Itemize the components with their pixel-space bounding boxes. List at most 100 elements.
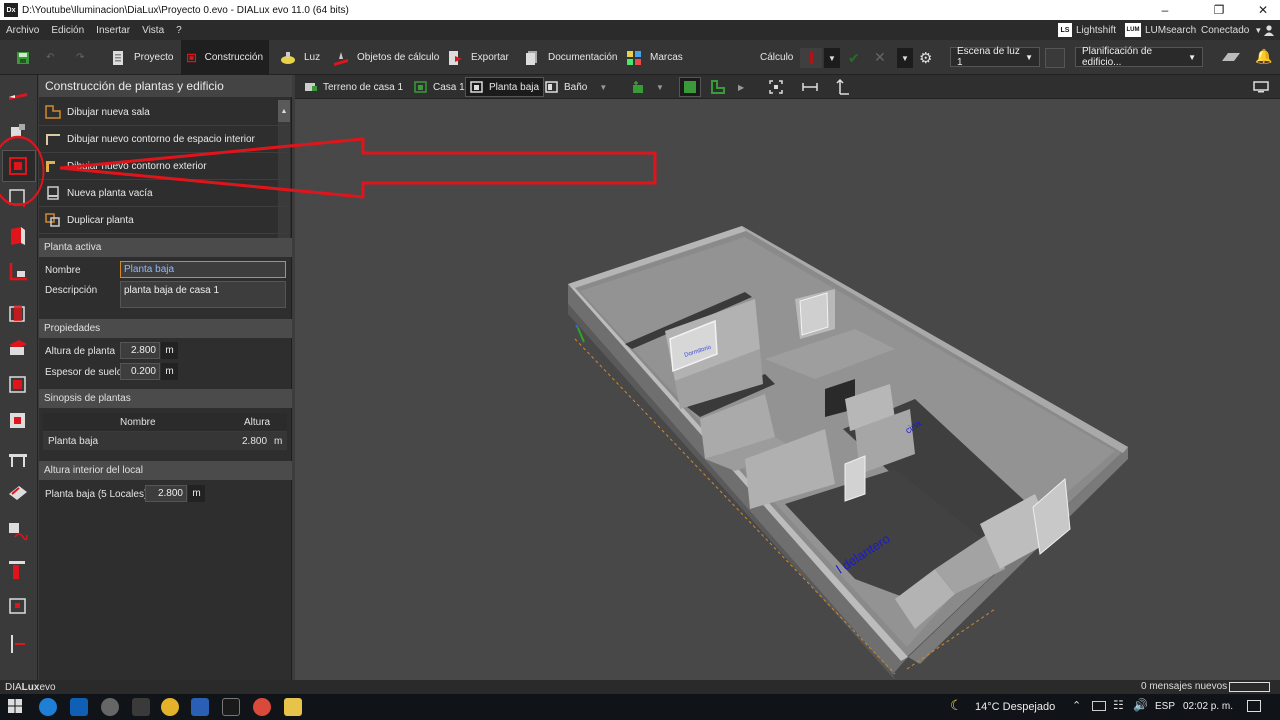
- menu-edicion[interactable]: Edición: [45, 25, 90, 36]
- chevron-up-icon[interactable]: ⌃: [1072, 699, 1081, 712]
- zoom-extents-icon[interactable]: [769, 75, 783, 99]
- close-button[interactable]: ✕: [1240, 0, 1280, 20]
- floor-name-input[interactable]: Planta baja: [120, 261, 286, 278]
- tab-label-marcas: Marcas: [650, 52, 683, 63]
- opening-icon[interactable]: [7, 409, 29, 431]
- tab-objetos[interactable]: Objetos de cálculo: [327, 40, 445, 75]
- bell-icon[interactable]: 🔔: [1255, 48, 1272, 65]
- row-height: 2.800: [242, 436, 268, 447]
- maximize-button[interactable]: ❐: [1196, 0, 1242, 20]
- tab-exportar[interactable]: Exportar: [441, 40, 515, 75]
- scene-edit-icon[interactable]: [1045, 48, 1065, 68]
- description-label: Descripción: [45, 285, 98, 296]
- monitor-icon[interactable]: [1253, 75, 1269, 99]
- cutout-icon[interactable]: [7, 373, 29, 395]
- menu-help[interactable]: ?: [170, 25, 188, 36]
- floor-height-input[interactable]: 2.800: [120, 342, 160, 359]
- planning-label: Planificación de edificio...: [1082, 46, 1153, 68]
- tab-luz[interactable]: Luz: [274, 40, 326, 75]
- language-label[interactable]: ESP: [1155, 701, 1175, 712]
- chevron-down-icon[interactable]: ▼: [897, 48, 913, 68]
- section-active-floor: Planta activa: [39, 238, 292, 257]
- chevron-down-icon: ▼: [1188, 52, 1196, 62]
- outlook-icon[interactable]: [70, 698, 88, 716]
- chrome-icon[interactable]: [161, 698, 179, 716]
- tab-construccion[interactable]: Construcción: [181, 40, 269, 75]
- measure-horizontal-icon[interactable]: [802, 75, 818, 99]
- check-icon[interactable]: ✔: [848, 50, 860, 67]
- ceiling-icon[interactable]: [7, 337, 29, 359]
- windows-start-icon[interactable]: [8, 699, 22, 716]
- stairs-icon[interactable]: [7, 448, 29, 470]
- table-header: Nombre Altura: [43, 413, 287, 431]
- tab-documentacion[interactable]: Documentación: [518, 40, 623, 75]
- floor-thickness-input[interactable]: 0.200: [120, 363, 160, 380]
- wifi-icon[interactable]: ☷: [1113, 698, 1124, 712]
- table-row[interactable]: Planta baja 2.800 m: [43, 432, 287, 450]
- dialux-icon[interactable]: [222, 698, 240, 716]
- chevron-right-icon[interactable]: ▶: [738, 75, 744, 99]
- brand-part: Lux: [21, 681, 40, 693]
- tab-proyecto[interactable]: Proyecto: [104, 40, 179, 75]
- measure-icon[interactable]: [7, 633, 29, 655]
- column-header-name: Nombre: [120, 417, 156, 428]
- solid-view-button[interactable]: [679, 77, 701, 97]
- outline-view-icon[interactable]: [711, 75, 725, 99]
- frame-icon[interactable]: [7, 595, 29, 617]
- tab-label-luz: Luz: [304, 52, 321, 63]
- construction-icon: [187, 53, 197, 62]
- undo-icon[interactable]: ↶: [40, 40, 60, 75]
- outline-icon[interactable]: [7, 261, 29, 283]
- word-icon[interactable]: [191, 698, 209, 716]
- interior-height-label: Planta baja (5 Locales): [45, 489, 148, 500]
- file-explorer-icon[interactable]: [284, 698, 302, 716]
- project-icon: [113, 50, 123, 65]
- menu-insertar[interactable]: Insertar: [90, 25, 136, 36]
- interior-height-input[interactable]: 2.800: [145, 485, 187, 502]
- status-bar: DIALuxevo 0 mensajes nuevos: [0, 680, 1280, 694]
- floor-description-input[interactable]: planta baja de casa 1: [120, 281, 286, 308]
- menu-bar: Archivo Edición Insertar Vista ? LS Ligh…: [0, 20, 1280, 40]
- save-icon[interactable]: [10, 40, 36, 75]
- measure-vertical-icon[interactable]: [836, 75, 850, 99]
- text-icon[interactable]: [7, 521, 29, 543]
- user-icon[interactable]: [1263, 20, 1275, 40]
- lumsearch-button[interactable]: LUM LUMsearch: [1125, 20, 1196, 40]
- notification-icon[interactable]: [1247, 700, 1261, 712]
- planning-dropdown[interactable]: Planificación de edificio... ▼: [1075, 46, 1203, 68]
- unit-label: m: [161, 363, 178, 380]
- material-icon[interactable]: [7, 482, 29, 504]
- tab-label-documentacion: Documentación: [548, 52, 618, 63]
- calc-button[interactable]: [800, 48, 822, 68]
- scene-dropdown[interactable]: Escena de luz 1 ▼: [950, 46, 1040, 68]
- menu-vista[interactable]: Vista: [136, 25, 170, 36]
- plane-icon[interactable]: [1222, 52, 1240, 62]
- synopsis-table: Nombre Altura Planta baja 2.800 m: [43, 413, 287, 450]
- weather-label[interactable]: 14°C Despejado: [975, 701, 1055, 713]
- moon-icon: ☾: [950, 697, 963, 713]
- solid-cube-icon: [684, 81, 696, 93]
- volume-icon[interactable]: 🔊: [1133, 698, 1148, 712]
- wall-icon[interactable]: [7, 225, 29, 247]
- connected-dropdown[interactable]: Conectado ▼: [1201, 20, 1262, 40]
- chrome-icon[interactable]: [253, 698, 271, 716]
- clock-label[interactable]: 02:02 p. m.: [1183, 701, 1233, 712]
- row-unit: m: [274, 436, 283, 447]
- dimension-icon[interactable]: [7, 559, 29, 581]
- edge-icon[interactable]: [39, 698, 57, 716]
- tab-marcas[interactable]: Marcas: [620, 40, 689, 75]
- app-icon[interactable]: [132, 698, 150, 716]
- tab-label-exportar: Exportar: [471, 52, 509, 63]
- app-icon[interactable]: [101, 698, 119, 716]
- cancel-icon[interactable]: ✕: [874, 49, 886, 66]
- lightshift-button[interactable]: LS Lightshift: [1058, 20, 1116, 40]
- window-title: D:\Youtube\Iluminacion\DiaLux\Proyecto 0…: [22, 4, 349, 16]
- network-icon[interactable]: [1092, 701, 1106, 711]
- calc-dropdown-icon[interactable]: ▼: [824, 48, 840, 68]
- redo-icon[interactable]: ↷: [70, 40, 90, 75]
- gear-icon[interactable]: ⚙: [919, 49, 932, 67]
- minimize-button[interactable]: –: [1142, 0, 1188, 20]
- menu-archivo[interactable]: Archivo: [0, 25, 45, 36]
- roof-icon[interactable]: [7, 302, 29, 324]
- main-toolbar: ↶ ↷ Proyecto Construcción Luz Objetos de…: [0, 40, 1280, 75]
